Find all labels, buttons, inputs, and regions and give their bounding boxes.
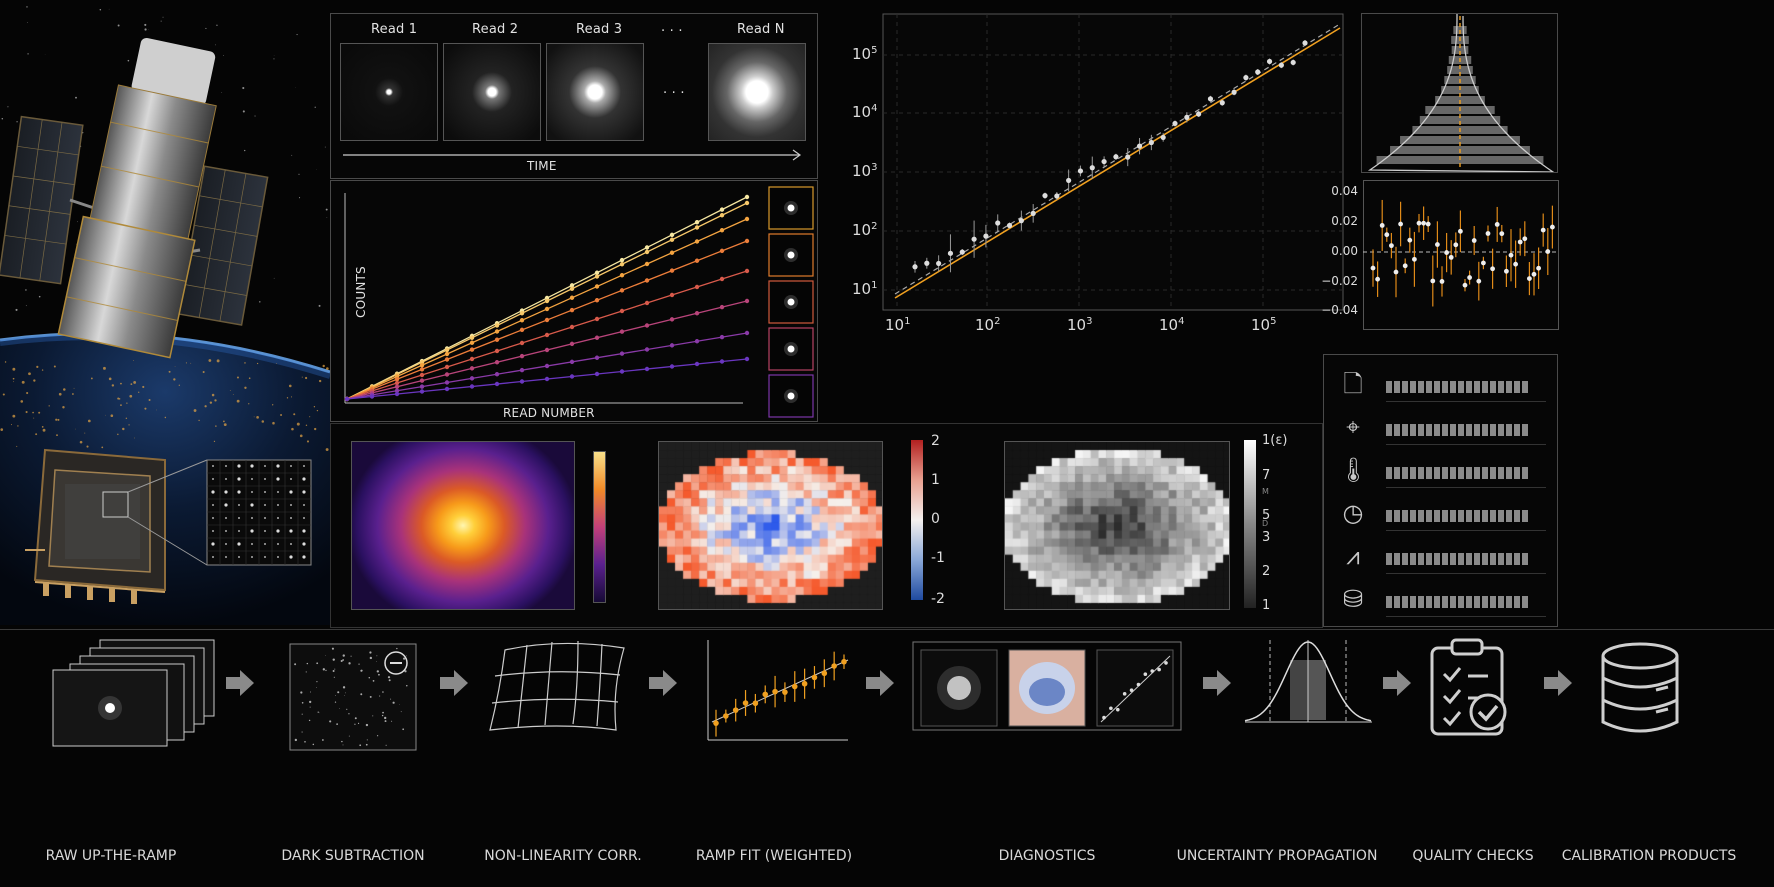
file-icon: 🗋 xyxy=(1343,370,1363,398)
residual-y-tick: 0.00 xyxy=(1331,244,1358,258)
diverging-tick: 0 xyxy=(931,511,940,527)
gray-tick: 1(ε) xyxy=(1262,433,1288,448)
pipeline-stage-label: UNCERTAINTY PROPAGATION xyxy=(1176,848,1378,864)
residual-histogram xyxy=(1361,13,1558,173)
diverging-tick: 2 xyxy=(931,433,940,449)
diverging-tick: -2 xyxy=(931,591,945,607)
residual-diverging-map xyxy=(658,441,883,610)
loglog-y-tick: 103 xyxy=(852,162,878,180)
calibration-database-icon xyxy=(1601,642,1679,733)
loglog-y-tick: 105 xyxy=(852,45,878,63)
metadata-bar xyxy=(1386,510,1530,522)
ramp-x-label: READ NUMBER xyxy=(503,406,595,420)
read-3-frame xyxy=(546,43,644,141)
diverging-tick: -1 xyxy=(931,550,945,566)
time-label: TIME xyxy=(527,159,557,173)
loglog-x-tick: 105 xyxy=(1251,316,1277,334)
reads-ellipsis-top: . . . xyxy=(661,20,683,35)
reads-panel: Read 1 Read 2 Read 3 . . . Read N . . . … xyxy=(330,13,818,179)
residual-y-tick: 0.04 xyxy=(1331,184,1358,198)
metadata-bar xyxy=(1386,381,1530,393)
read-2-frame xyxy=(443,43,541,141)
pipeline-stage-label: DARK SUBTRACTION xyxy=(281,848,425,864)
metadata-bar xyxy=(1386,596,1530,608)
gray-small-mark: D xyxy=(1262,519,1269,528)
pipeline-row: RAW UP-THE-RAMP DARK SUBTRACTION NON-LINEA… xyxy=(0,630,1774,887)
uncertainty-gray-map xyxy=(1004,441,1230,610)
loglog-x-tick: 103 xyxy=(1067,316,1093,334)
gray-tick: 3 xyxy=(1262,530,1271,545)
thermometer-icon: 🌡 xyxy=(1338,456,1369,484)
read-2-label: Read 2 xyxy=(472,22,519,37)
residual-plot-area: 0.04 0.02 0.00 −0.02 −0.04 xyxy=(1321,180,1562,332)
pipeline-stage-label: RAMP FIT (WEIGHTED) xyxy=(695,848,853,864)
ramp-plot xyxy=(344,186,814,418)
loglog-y-tick: 102 xyxy=(852,221,878,239)
gray-tick: 2 xyxy=(1262,564,1271,579)
loglog-x-tick: 104 xyxy=(1159,316,1185,334)
loglog-y-tick: 101 xyxy=(852,280,878,298)
pipeline-stage-label: RAW UP-THE-RAMP xyxy=(45,848,177,864)
metadata-bar xyxy=(1386,424,1530,436)
loglog-x-tick: 102 xyxy=(975,316,1001,334)
raw-ramp-stack-icon xyxy=(52,639,215,747)
psf-colorbar xyxy=(593,451,606,603)
gaussian-uncertainty-icon xyxy=(1244,640,1372,723)
metadata-bar xyxy=(1386,467,1530,479)
pipeline-stage-label: CALIBRATION PRODUCTS xyxy=(1561,848,1737,864)
read-1-label: Read 1 xyxy=(371,22,418,37)
gray-colorbar xyxy=(1244,440,1256,608)
maps-panel: 2 1 0 -1 -2 1(ε) 7 5 3 2 1 M D xyxy=(330,423,1323,628)
quality-checklist-icon xyxy=(1430,638,1507,736)
spectrum-icon: ⩘ xyxy=(1346,542,1360,570)
read-n-label: Read N xyxy=(737,22,785,37)
pipeline-graphics xyxy=(52,638,1679,751)
residual-plot xyxy=(1363,199,1559,307)
pipeline-stage-label: DIAGNOSTICS xyxy=(998,848,1096,864)
loglog-x-tick: 101 xyxy=(885,316,911,334)
ramp-fit-icon xyxy=(707,640,849,741)
read-3-label: Read 3 xyxy=(576,22,623,37)
read-1-frame xyxy=(340,43,438,141)
reads-ellipsis-mid: . . . xyxy=(663,82,685,97)
metadata-bar xyxy=(1386,553,1530,565)
pipeline-stage-label: QUALITY CHECKS xyxy=(1412,848,1534,864)
metadata-panel: 🗋 ⌖ 🌡 ◷ ⩘ ⛁ xyxy=(1323,354,1558,627)
diverging-colorbar xyxy=(911,440,923,600)
ramp-y-label: COUNTS xyxy=(353,266,368,318)
gray-small-mark: M xyxy=(1262,487,1269,496)
residual-y-tick: −0.04 xyxy=(1321,303,1358,317)
telescope-icon: ⌖ xyxy=(1346,413,1360,441)
clock-icon: ◷ xyxy=(1342,499,1364,527)
loglog-y-tick: 104 xyxy=(852,103,878,121)
diagnostics-icon xyxy=(912,641,1182,731)
diverging-tick: 1 xyxy=(931,472,940,488)
loglog-plot-area: 101 102 103 104 105 105 104 103 102 101 xyxy=(840,10,1350,340)
detector-illustration xyxy=(15,440,320,610)
residual-y-tick: −0.02 xyxy=(1321,274,1358,288)
read-n-frame xyxy=(708,43,806,141)
dark-subtraction-icon xyxy=(289,643,417,751)
database-icon: ⛁ xyxy=(1342,585,1364,613)
gray-tick: 7 xyxy=(1262,468,1271,483)
gray-tick: 1 xyxy=(1262,598,1271,613)
residual-y-tick: 0.02 xyxy=(1331,214,1358,228)
time-arrow xyxy=(343,149,802,161)
nonlinearity-grid-icon xyxy=(489,640,625,731)
psf-heatmap xyxy=(351,441,575,610)
pipeline-stage-label: NON-LINEARITY CORR. xyxy=(484,848,642,864)
ramp-plot-panel: COUNTS READ NUMBER xyxy=(330,180,818,422)
loglog-plot xyxy=(882,13,1344,311)
